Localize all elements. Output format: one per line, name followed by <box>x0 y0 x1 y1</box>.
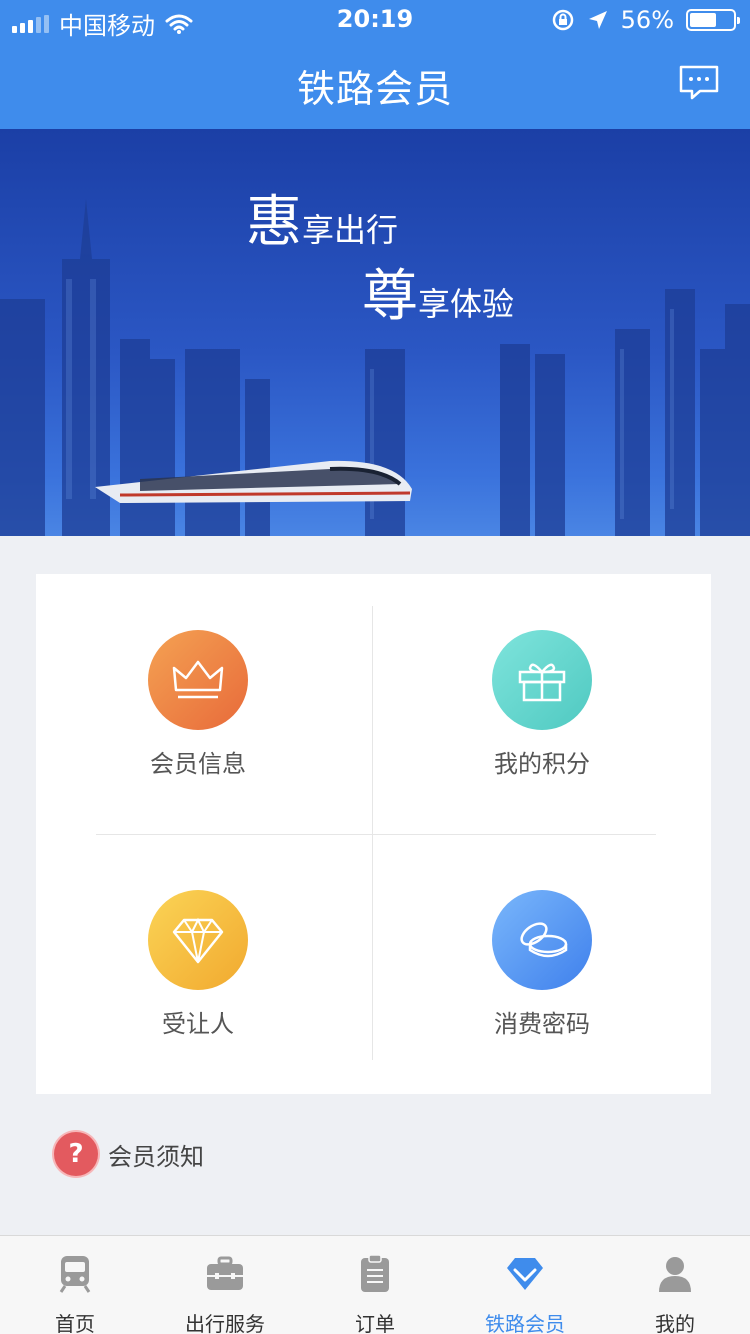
transferee-label: 受让人 <box>162 1010 234 1038</box>
tab-mine-label: 我的 <box>655 1312 695 1334</box>
my-points-button[interactable]: 我的积分 <box>392 630 692 830</box>
tab-travel-services-label: 出行服务 <box>185 1312 265 1334</box>
member-info-button[interactable]: 会员信息 <box>48 630 348 830</box>
spending-password-label: 消费密码 <box>494 1010 590 1038</box>
divider <box>96 834 656 835</box>
transferee-button[interactable]: 受让人 <box>48 890 348 1090</box>
tab-home-label: 首页 <box>55 1312 95 1334</box>
message-icon[interactable] <box>678 64 720 100</box>
tab-orders-label: 订单 <box>355 1312 395 1334</box>
coins-icon <box>492 890 592 990</box>
member-notice-link[interactable]: ? 会员须知 <box>54 1132 204 1176</box>
member-info-label: 会员信息 <box>150 750 246 778</box>
battery-percent: 56% <box>620 6 674 34</box>
tab-travel-services[interactable]: 出行服务 <box>150 1236 300 1334</box>
banner-slogan-2: 尊享体验 <box>362 264 515 329</box>
question-icon: ? <box>54 1132 98 1176</box>
spending-password-button[interactable]: 消费密码 <box>392 890 692 1090</box>
tab-railway-member-label: 铁路会员 <box>485 1312 565 1334</box>
tab-home[interactable]: 首页 <box>0 1236 150 1334</box>
briefcase-icon <box>207 1256 243 1290</box>
diamond-icon <box>148 890 248 990</box>
gift-icon <box>492 630 592 730</box>
clipboard-icon <box>361 1254 389 1292</box>
location-icon <box>588 11 607 29</box>
diamond-icon <box>507 1258 543 1290</box>
my-points-label: 我的积分 <box>494 750 590 778</box>
bottom-tab-bar: 首页 出行服务 订单 铁路会员 我的 <box>0 1235 750 1334</box>
status-bar: 中国移动 20:19 56% <box>0 0 750 42</box>
rotation-lock-icon <box>552 9 573 31</box>
person-icon <box>659 1257 691 1292</box>
tab-mine[interactable]: 我的 <box>600 1236 750 1334</box>
banner-slogan-1: 惠享出行 <box>246 190 399 255</box>
train-icon <box>59 1256 91 1293</box>
tab-orders[interactable]: 订单 <box>300 1236 450 1334</box>
battery-icon <box>686 9 740 31</box>
promo-banner[interactable]: 惠享出行 尊享体验 <box>0 129 750 536</box>
divider <box>372 606 373 1060</box>
page-title: 铁路会员 <box>296 67 453 111</box>
crown-icon <box>148 630 248 730</box>
member-menu-card: 会员信息 我的积分 受让人 消费密码 <box>36 574 711 1094</box>
tab-railway-member[interactable]: 铁路会员 <box>450 1236 600 1334</box>
top-bar: 中国移动 20:19 56% 铁路会员 <box>0 0 750 129</box>
member-notice-label: 会员须知 <box>108 1142 204 1171</box>
